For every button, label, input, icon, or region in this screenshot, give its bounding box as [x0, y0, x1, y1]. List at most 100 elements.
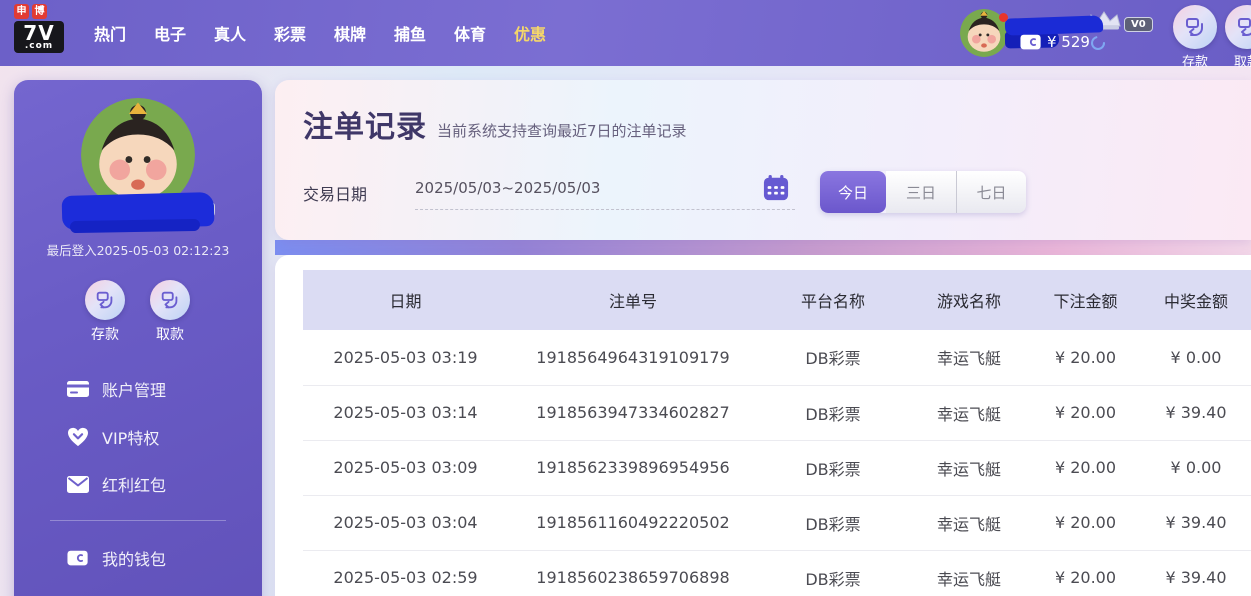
site-logo[interactable]: 申 博 7V .com [14, 4, 66, 53]
table-row: 2025-05-03 03:14 1918563947334602827 DB彩… [303, 385, 1251, 440]
cell-game: 幸运飞艇 [908, 495, 1030, 550]
table-row: 2025-05-03 03:09 1918562339896954956 DB彩… [303, 440, 1251, 495]
col-header-platform: 平台名称 [758, 270, 908, 330]
nav-item-cards[interactable]: 棋牌 [320, 21, 380, 45]
col-header-bet-amount: 下注金额 [1030, 270, 1141, 330]
card-icon [67, 381, 89, 397]
cell-win-amount: ¥ 39.40 [1141, 495, 1251, 550]
cell-bet-amount: ¥ 20.00 [1030, 385, 1141, 440]
logo-badge-shen: 申 [14, 4, 29, 19]
cell-date: 2025-05-03 03:19 [303, 330, 508, 385]
last-login-text: 最后登入2025-05-03 02:12:23 [14, 240, 262, 259]
sidebar-divider [50, 520, 226, 521]
withdraw-label: 取款 [1224, 51, 1251, 70]
sidebar-item-label: VIP特权 [102, 425, 159, 449]
sidebar-item-bonus[interactable]: 红利红包 [67, 472, 166, 496]
date-range-value: 2025/05/03~2025/05/03 [415, 179, 600, 197]
page-subtitle: 当前系统支持查询最近7日的注单记录 [437, 120, 687, 146]
col-header-date: 日期 [303, 270, 508, 330]
sidebar-withdraw-icon [150, 280, 190, 320]
deposit-label: 存款 [1172, 51, 1218, 70]
bet-records-table: 日期 注单号 平台名称 游戏名称 下注金额 中奖金额 2025-05-03 03… [303, 270, 1251, 596]
cell-bet-no: 1918560238659706898 [508, 550, 758, 596]
sidebar-item-vip[interactable]: VIP特权 [67, 425, 159, 449]
tab-three-days[interactable]: 三日 [886, 171, 956, 213]
nav-item-slots[interactable]: 电子 [140, 21, 200, 45]
cell-date: 2025-05-03 03:09 [303, 440, 508, 495]
nav-item-sports[interactable]: 体育 [440, 21, 500, 45]
date-quick-tabs: 今日 三日 七日 [820, 171, 1026, 213]
cell-win-amount: ¥ 39.40 [1141, 385, 1251, 440]
nav-item-promo[interactable]: 优惠 [500, 21, 560, 45]
sidebar-deposit-label: 存款 [82, 324, 128, 344]
sidebar-deposit-icon [85, 280, 125, 320]
cell-platform: DB彩票 [758, 385, 908, 440]
cell-date: 2025-05-03 03:04 [303, 495, 508, 550]
nav-item-live[interactable]: 真人 [200, 21, 260, 45]
deposit-icon [1173, 5, 1217, 49]
cell-win-amount: ¥ 0.00 [1141, 330, 1251, 385]
envelope-icon [67, 476, 89, 493]
cell-win-amount: ¥ 0.00 [1141, 440, 1251, 495]
withdraw-button[interactable]: 取款 [1224, 5, 1251, 70]
table-row: 2025-05-03 02:59 1918560238659706898 DB彩… [303, 550, 1251, 596]
cell-platform: DB彩票 [758, 440, 908, 495]
title-row: 注单记录 当前系统支持查询最近7日的注单记录 [303, 102, 687, 146]
sidebar-username-scribble-2 [70, 219, 200, 233]
cell-win-amount: ¥ 39.40 [1141, 550, 1251, 596]
top-navigation-bar: 申 博 7V .com 热门 电子 真人 彩票 棋牌 捕鱼 体育 优惠 [0, 0, 1251, 66]
calendar-icon[interactable] [763, 175, 789, 201]
sidebar-withdraw-button[interactable]: 取款 [147, 280, 193, 344]
nav-item-hot[interactable]: 热门 [80, 21, 140, 45]
cell-bet-no: 1918564964319109179 [508, 330, 758, 385]
filter-card: 注单记录 当前系统支持查询最近7日的注单记录 交易日期 2025/05/03~2… [275, 80, 1251, 240]
tab-today[interactable]: 今日 [820, 171, 886, 213]
cell-platform: DB彩票 [758, 330, 908, 385]
sidebar-item-account[interactable]: 账户管理 [67, 377, 166, 401]
sidebar-item-label: 我的钱包 [102, 546, 166, 570]
page: 申 博 7V .com 热门 电子 真人 彩票 棋牌 捕鱼 体育 优惠 [0, 0, 1251, 596]
refresh-balance-icon[interactable] [1090, 35, 1106, 51]
cell-bet-amount: ¥ 20.00 [1030, 495, 1141, 550]
sidebar-item-my-wallet[interactable]: 我的钱包 [67, 546, 166, 570]
sidebar-item-label: 红利红包 [102, 472, 166, 496]
records-card: 日期 注单号 平台名称 游戏名称 下注金额 中奖金额 2025-05-03 03… [275, 255, 1251, 596]
date-range-label: 交易日期 [303, 181, 367, 205]
wallet-icon [67, 550, 89, 567]
cell-platform: DB彩票 [758, 495, 908, 550]
cell-game: 幸运飞艇 [908, 385, 1030, 440]
wallet-icon [1020, 34, 1042, 51]
table-row: 2025-05-03 03:19 1918564964319109179 DB彩… [303, 330, 1251, 385]
background-gradient-strip [275, 240, 1251, 255]
cell-bet-amount: ¥ 20.00 [1030, 440, 1141, 495]
logo-brand-badges: 申 博 [14, 4, 66, 19]
date-range-input[interactable]: 2025/05/03~2025/05/03 [415, 172, 795, 210]
cell-bet-amount: ¥ 20.00 [1030, 550, 1141, 596]
logo-badge-bo: 博 [32, 4, 47, 19]
cell-date: 2025-05-03 03:14 [303, 385, 508, 440]
deposit-button[interactable]: 存款 [1172, 5, 1218, 70]
cell-game: 幸运飞艇 [908, 550, 1030, 596]
cell-bet-no: 1918561160492220502 [508, 495, 758, 550]
notification-dot [999, 13, 1008, 22]
balance-amount: ¥ 529 [1047, 33, 1090, 51]
withdraw-icon [1225, 5, 1251, 49]
page-title: 注单记录 [303, 102, 427, 146]
sidebar: V0 最后登入2025-05-03 02:12:23 存款 [14, 80, 262, 596]
nav-item-lottery[interactable]: 彩票 [260, 21, 320, 45]
cell-game: 幸运飞艇 [908, 330, 1030, 385]
vip-heart-icon [67, 427, 89, 447]
cell-bet-no: 1918563947334602827 [508, 385, 758, 440]
vip-level-badge: V0 [1124, 17, 1153, 32]
tab-seven-days[interactable]: 七日 [956, 171, 1026, 213]
sidebar-deposit-button[interactable]: 存款 [82, 280, 128, 344]
logo-box: 7V .com [14, 21, 64, 53]
table-header-row: 日期 注单号 平台名称 游戏名称 下注金额 中奖金额 [303, 270, 1251, 330]
col-header-bet-no: 注单号 [508, 270, 758, 330]
nav-item-fishing[interactable]: 捕鱼 [380, 21, 440, 45]
cell-bet-no: 1918562339896954956 [508, 440, 758, 495]
table-row: 2025-05-03 03:04 1918561160492220502 DB彩… [303, 495, 1251, 550]
col-header-game: 游戏名称 [908, 270, 1030, 330]
cell-date: 2025-05-03 02:59 [303, 550, 508, 596]
cell-bet-amount: ¥ 20.00 [1030, 330, 1141, 385]
